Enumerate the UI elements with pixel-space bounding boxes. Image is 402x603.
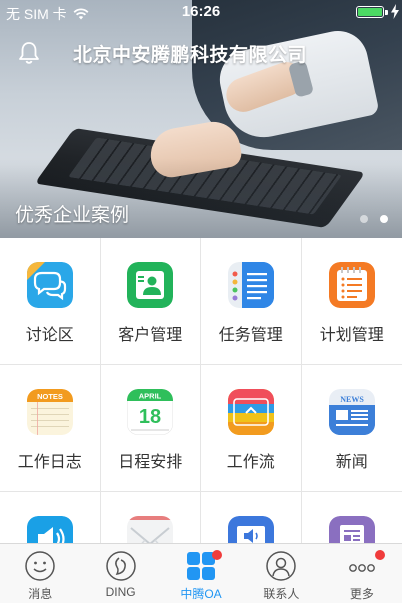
customer-card-icon [127, 262, 174, 308]
task-list-icon [227, 262, 274, 308]
tab-more-badge [374, 550, 385, 560]
banner-carousel[interactable]: 优秀企业案例 [0, 0, 402, 238]
app-mail[interactable] [101, 492, 201, 543]
app-label: 讨论区 [25, 327, 74, 344]
workflow-icon [227, 389, 274, 435]
status-time: 16:26 [181, 3, 221, 20]
app-discussion[interactable]: 讨论区 [0, 238, 101, 365]
tab-label: DING [105, 585, 136, 599]
app-workflow[interactable]: 工作流 [201, 365, 302, 492]
calendar-month-text: APRIL [139, 392, 162, 401]
bottom-tab-bar: 消息 DING 中腾OA 联系人 更多 [0, 543, 402, 603]
calendar-day-text: 18 [139, 406, 161, 428]
carousel-dot-active[interactable] [380, 215, 388, 223]
app-label: 新闻 [335, 454, 368, 471]
tab-ding[interactable]: DING [80, 544, 160, 603]
tab-label: 联系人 [263, 587, 300, 601]
contact-person-icon [266, 551, 297, 581]
announcement-speaker-icon [26, 516, 73, 543]
tab-label: 中腾OA [180, 587, 222, 601]
tab-label: 更多 [349, 587, 374, 601]
battery-fill [358, 8, 382, 16]
app-label: 计划管理 [319, 327, 384, 344]
more-dots-icon [348, 564, 375, 572]
app-task-management[interactable]: 任务管理 [201, 238, 302, 365]
app-label: 工作日志 [17, 454, 82, 471]
app-label: 日程安排 [118, 454, 183, 471]
notes-icon: NOTES [26, 389, 73, 435]
tab-messages[interactable]: 消息 [0, 544, 80, 603]
chat-bubbles-icon [26, 262, 73, 308]
app-customer-management[interactable]: 客户管理 [101, 238, 201, 365]
tab-oa-badge [211, 550, 222, 560]
app-work-log[interactable]: NOTES 工作日志 [0, 365, 101, 492]
smiley-chat-icon [25, 551, 55, 581]
news-icon-text: NEWS [340, 395, 364, 404]
mail-envelope-icon [127, 516, 174, 543]
carousel-dots[interactable] [360, 215, 388, 223]
tab-label: 消息 [28, 587, 53, 601]
app-label: 工作流 [226, 454, 275, 471]
app-grid-row: 讨论区 客户管理 任务管理 计划管理 [0, 238, 402, 365]
app-schedule[interactable]: APRIL 18 日程安排 [101, 365, 201, 492]
app-announcement[interactable] [0, 492, 101, 543]
notes-icon-text: NOTES [37, 392, 63, 401]
status-bar: 无 SIM 卡 16:26 [0, 0, 402, 24]
app-grid: 讨论区 客户管理 任务管理 计划管理 NOTES 工作日志 APRIL 18 日… [0, 238, 402, 543]
tab-more[interactable]: 更多 [322, 544, 402, 603]
tab-contacts[interactable]: 联系人 [241, 544, 321, 603]
document-icon [328, 516, 375, 543]
plan-notepad-icon [328, 262, 375, 308]
carousel-dot[interactable] [360, 215, 368, 223]
ding-icon [105, 551, 136, 581]
presentation-icon [227, 516, 274, 543]
battery-icon [356, 6, 384, 18]
app-grid-row [0, 492, 402, 543]
tab-oa[interactable]: 中腾OA [161, 544, 241, 603]
app-news[interactable]: NEWS 新闻 [302, 365, 402, 492]
charging-bolt-icon [391, 4, 399, 19]
battery-tip [385, 10, 388, 15]
news-icon: NEWS [328, 389, 375, 435]
app-plan-management[interactable]: 计划管理 [302, 238, 402, 365]
app-document[interactable] [302, 492, 402, 543]
app-grid-row: NOTES 工作日志 APRIL 18 日程安排 工作流 NEWS 新闻 [0, 365, 402, 492]
app-label: 任务管理 [218, 327, 283, 344]
bell-icon[interactable] [16, 40, 42, 66]
app-label: 客户管理 [118, 327, 183, 344]
company-title: 北京中安腾鹏科技有限公司 [73, 45, 308, 66]
banner-caption: 优秀企业案例 [15, 205, 130, 226]
calendar-icon: APRIL 18 [127, 389, 174, 435]
app-presentation[interactable] [201, 492, 302, 543]
